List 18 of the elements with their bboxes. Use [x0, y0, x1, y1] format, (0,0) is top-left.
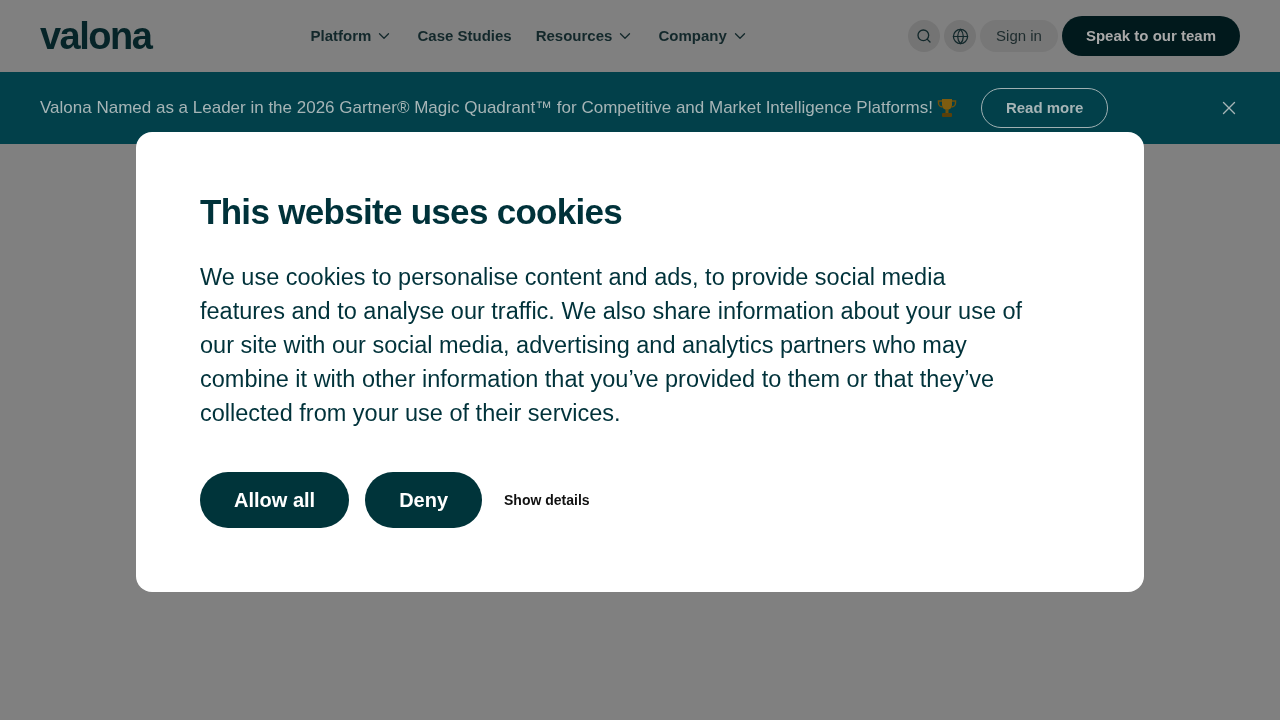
nav-link[interactable]: Case Studies — [417, 24, 512, 48]
language-button[interactable] — [944, 20, 977, 52]
dialog-title: This website uses cookies — [200, 192, 624, 232]
banner-text: Valona Named as a Leader in the 2026 Gartner® Magic Quadrant™ for Competitive and Market Intelligence Platforms! — [40, 97, 933, 120]
sign-in-button[interactable]: Sign in — [980, 20, 1058, 52]
dialog-body-text: We use cookies to personalise content and ads, to provide social media features and to analyse our traffic. We also share information about your use of our site with our social media, advertising and analytics partners who may combine it with other information that you’ve provided to them or that they’ve collected from your use of their services. — [200, 263, 1024, 428]
search-button[interactable] — [908, 20, 941, 52]
nav-menu-item[interactable]: Company — [658, 24, 749, 48]
globe-icon — [951, 27, 969, 45]
search-icon — [916, 28, 933, 44]
trophy-icon — [936, 98, 957, 118]
nav-menu-item[interactable]: Platform — [310, 24, 394, 48]
show-details-link[interactable]: Show details — [504, 489, 590, 511]
dialog-button[interactable]: Allow all — [200, 472, 350, 528]
speak-to-team-button[interactable]: Speak to our team — [1061, 16, 1240, 56]
dialog-button[interactable]: Deny — [365, 472, 483, 528]
logo[interactable]: valona — [40, 17, 152, 55]
nav-menu-item[interactable]: Resources — [535, 24, 635, 48]
